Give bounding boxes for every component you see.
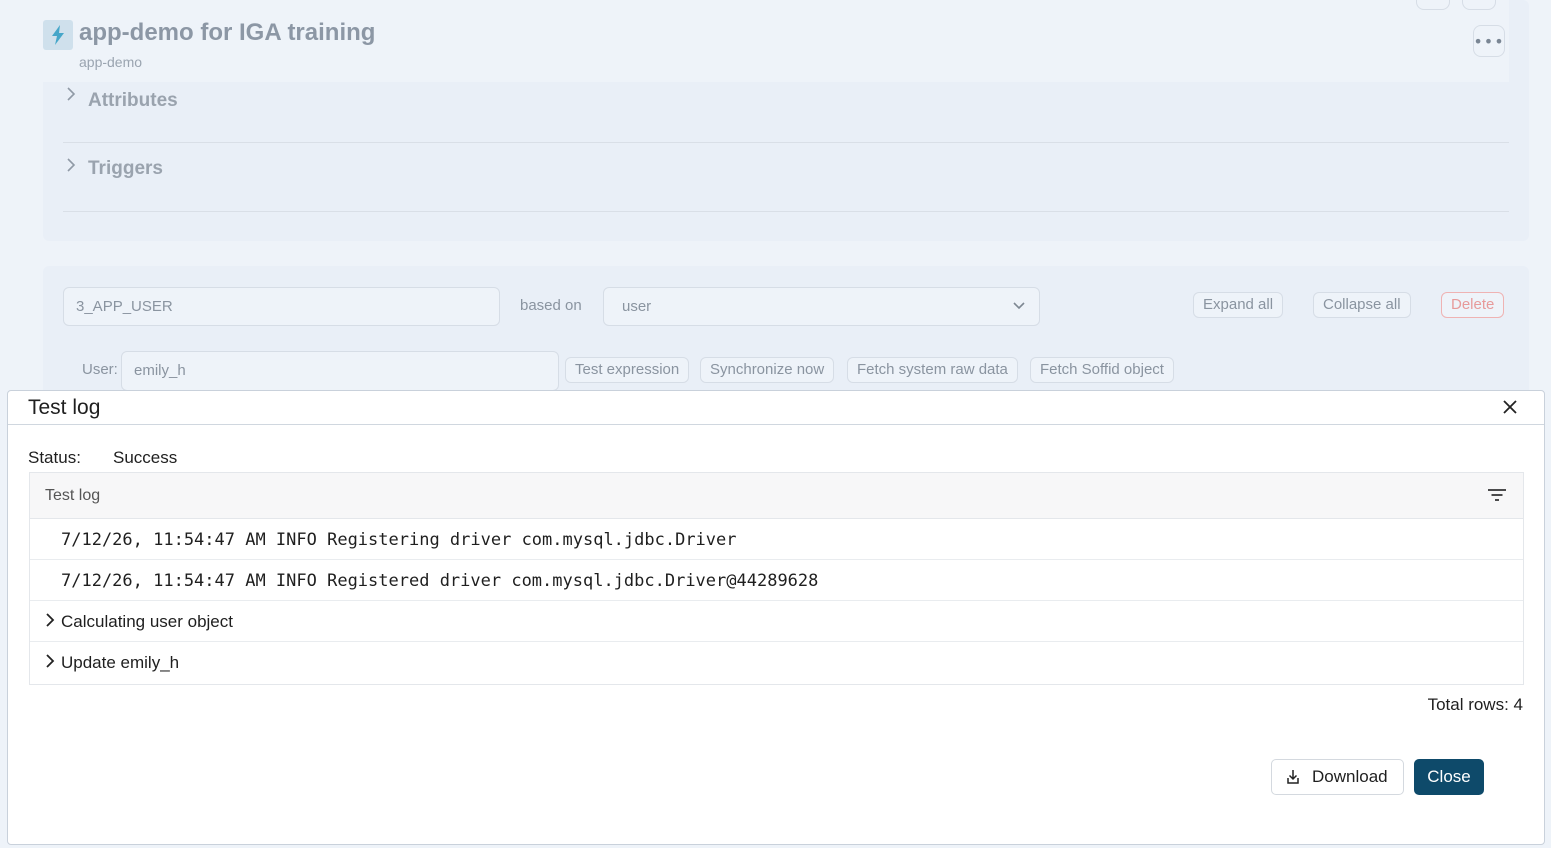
table-header: Test log [30, 473, 1523, 519]
more-options-button[interactable]: ••• [1473, 25, 1505, 57]
based-on-label: based on [520, 297, 582, 314]
download-button[interactable]: Download [1271, 759, 1404, 795]
section-attributes[interactable]: Attributes [63, 84, 1509, 143]
log-group: Update emily_h [61, 653, 180, 672]
download-label: Download [1312, 767, 1388, 786]
filter-icon[interactable] [1487, 487, 1507, 503]
top-action-button[interactable] [1416, 0, 1450, 10]
status-value: Success [113, 448, 178, 467]
lightning-icon [43, 20, 73, 50]
table-header-label: Test log [45, 487, 101, 504]
table-row: 7/12/26, 11:54:47 AM INFO Registering dr… [30, 519, 1523, 560]
chevron-right-icon [66, 86, 76, 106]
object-name-input[interactable]: 3_APP_USER [63, 287, 500, 326]
table-row[interactable]: Update emily_h [30, 642, 1523, 683]
table-row[interactable]: Calculating user object [30, 601, 1523, 642]
delete-button[interactable]: Delete [1441, 292, 1505, 318]
chevron-right-icon[interactable] [44, 651, 56, 671]
chevron-down-icon [1013, 288, 1025, 339]
close-button[interactable]: Close [1414, 759, 1484, 795]
expand-all-button[interactable]: Expand all [1193, 292, 1284, 318]
user-label: User: [82, 361, 118, 378]
log-group: Calculating user object [61, 612, 233, 631]
log-line: 7/12/26, 11:54:47 AM INFO Registered dri… [61, 571, 819, 591]
synchronize-now-button[interactable]: Synchronize now [700, 357, 835, 383]
status-label: Status: [28, 448, 81, 467]
table-row: 7/12/26, 11:54:47 AM INFO Registered dri… [30, 560, 1523, 601]
more-icon: ••• [1473, 31, 1505, 51]
test-log-table: Test log 7/12/26, 11:54:47 AM INFO Regis… [29, 472, 1524, 685]
test-log-dialog: Test log Status: Success Test log 7/12/2… [7, 390, 1545, 845]
dialog-title: Test log [28, 396, 101, 419]
log-line: 7/12/26, 11:54:47 AM INFO Registering dr… [61, 530, 737, 550]
based-on-value: user [622, 298, 652, 315]
test-expression-button[interactable]: Test expression [565, 357, 690, 383]
user-input[interactable]: emily_h [121, 351, 559, 391]
app-subtitle: app-demo [79, 54, 143, 70]
based-on-select[interactable]: user [603, 287, 1040, 326]
total-rows: Total rows: 4 [1427, 695, 1523, 714]
close-icon[interactable] [1500, 397, 1520, 417]
fetch-raw-data-button[interactable]: Fetch system raw data [847, 357, 1018, 383]
collapse-all-button[interactable]: Collapse all [1313, 292, 1411, 318]
section-triggers[interactable]: Triggers [63, 143, 1509, 212]
dialog-header: Test log [8, 391, 1544, 425]
section-label: Triggers [88, 158, 163, 179]
section-label: Attributes [88, 90, 178, 111]
app-title: app-demo for IGA training [79, 19, 376, 46]
download-icon [1287, 770, 1299, 784]
fetch-soffid-object-button[interactable]: Fetch Soffid object [1030, 357, 1174, 383]
top-action-button[interactable] [1462, 0, 1496, 10]
chevron-right-icon [66, 157, 76, 177]
chevron-right-icon[interactable] [44, 610, 56, 630]
